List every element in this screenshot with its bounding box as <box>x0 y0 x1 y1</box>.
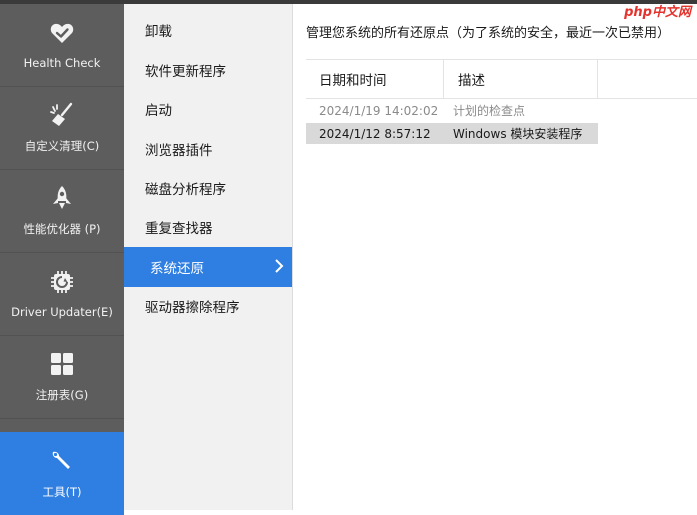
chevron-right-icon <box>274 258 284 278</box>
wrench-icon <box>49 448 75 474</box>
column-header-datetime[interactable]: 日期和时间 <box>306 60 444 98</box>
submenu-label: 驱动器擦除程序 <box>145 300 240 316</box>
heart-icon <box>49 20 75 46</box>
restore-points-table: 日期和时间 描述 2024/1/19 14:02:02 计划的检查点 2024/… <box>306 59 697 500</box>
tools-submenu: 卸载 软件更新程序 启动 浏览器插件 磁盘分析程序 重复查找器 系统还原 驱动器… <box>124 4 293 510</box>
submenu-label: 磁盘分析程序 <box>145 182 226 198</box>
nav-label: Health Check <box>23 56 101 70</box>
submenu-item-uninstall[interactable]: 卸载 <box>124 10 292 50</box>
nav-label: 自定义清理(C) <box>24 139 100 153</box>
submenu-label: 卸载 <box>145 24 172 40</box>
submenu-item-startup[interactable]: 启动 <box>124 89 292 129</box>
nav-item-driver-updater[interactable]: Driver Updater(E) <box>0 253 124 336</box>
row-datetime: 2024/1/12 8:57:12 <box>319 126 431 141</box>
broom-icon <box>49 102 75 128</box>
submenu-label: 系统还原 <box>150 261 204 277</box>
table-header: 日期和时间 描述 <box>306 60 697 99</box>
submenu-item-browser-plugins[interactable]: 浏览器插件 <box>124 129 292 169</box>
nav-label: 性能优化器 (P) <box>23 222 101 236</box>
nav-item-health-check[interactable]: Health Check <box>0 4 124 87</box>
nav-label: 注册表(G) <box>35 388 89 402</box>
nav-item-custom-clean[interactable]: 自定义清理(C) <box>0 87 124 170</box>
nav-item-registry[interactable]: 注册表(G) <box>0 336 124 419</box>
row-description: Windows 模块安装程序 <box>453 127 583 141</box>
submenu-label: 启动 <box>145 103 172 119</box>
table-row[interactable]: 2024/1/19 14:02:02 计划的检查点 <box>306 100 598 121</box>
panel-description: 管理您系统的所有还原点（为了系统的安全，最近一次已禁用） <box>306 26 671 41</box>
submenu-item-software-updater[interactable]: 软件更新程序 <box>124 50 292 90</box>
nav-item-performance-optimizer[interactable]: 性能优化器 (P) <box>0 170 124 253</box>
nav-item-tools[interactable]: 工具(T) <box>0 432 124 515</box>
row-description: 计划的检查点 <box>453 104 526 118</box>
submenu-label: 浏览器插件 <box>145 143 213 159</box>
row-datetime: 2024/1/19 14:02:02 <box>319 103 439 118</box>
submenu-item-disk-analyzer[interactable]: 磁盘分析程序 <box>124 168 292 208</box>
column-header-description[interactable]: 描述 <box>444 60 598 98</box>
watermark: php中文网 <box>624 5 691 20</box>
submenu-label: 软件更新程序 <box>145 64 226 80</box>
submenu-item-drive-wiper[interactable]: 驱动器擦除程序 <box>124 286 292 326</box>
rocket-icon <box>49 185 75 211</box>
nav-label: 工具(T) <box>42 484 82 499</box>
table-row[interactable]: 2024/1/12 8:57:12 Windows 模块安装程序 <box>306 123 598 144</box>
submenu-label: 重复查找器 <box>145 221 213 237</box>
submenu-item-system-restore[interactable]: 系统还原 <box>124 247 292 287</box>
grid-icon <box>49 351 75 377</box>
main-nav: Health Check 自定义清理(C) 性能优化器 (P) Driver U… <box>0 4 124 515</box>
nav-label: Driver Updater(E) <box>11 305 113 319</box>
chip-icon <box>49 269 75 295</box>
submenu-item-duplicate-finder[interactable]: 重复查找器 <box>124 207 292 247</box>
system-restore-panel: 管理您系统的所有还原点（为了系统的安全，最近一次已禁用） 日期和时间 描述 20… <box>293 4 697 510</box>
